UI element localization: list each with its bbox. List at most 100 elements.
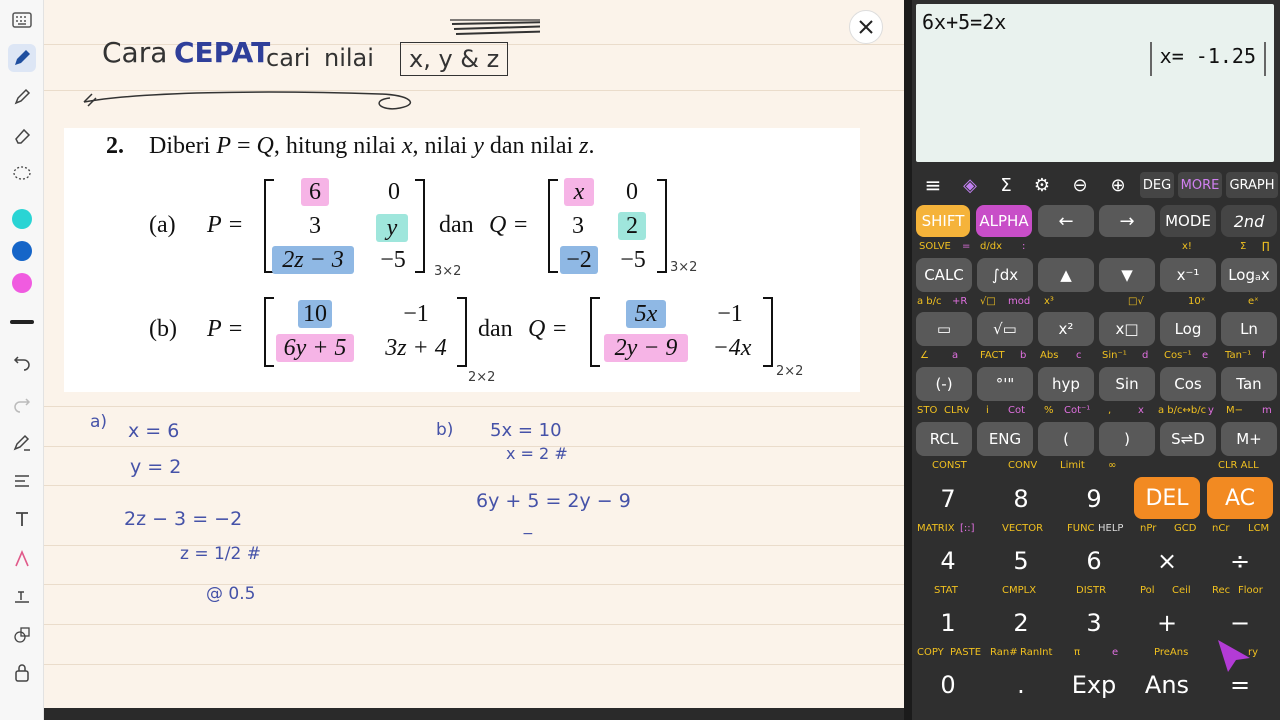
- graph-button[interactable]: GRAPH: [1226, 172, 1278, 198]
- text-tool-icon[interactable]: [8, 505, 36, 533]
- key-label: DISTR: [1076, 585, 1107, 596]
- textbox-icon[interactable]: [8, 583, 36, 611]
- close-button[interactable]: [849, 10, 883, 44]
- rcl-key[interactable]: RCL: [916, 422, 972, 456]
- deg-mode-button[interactable]: DEG: [1140, 172, 1174, 198]
- zoom-in-icon[interactable]: ⊕: [1104, 172, 1132, 198]
- calc-key[interactable]: CALC: [916, 258, 972, 292]
- key-label: a b/c: [917, 296, 942, 307]
- reciprocal-key[interactable]: x⁻¹: [1160, 258, 1216, 292]
- sqrt-key[interactable]: √▭: [977, 312, 1033, 346]
- lock-icon[interactable]: [8, 659, 36, 687]
- key-label: b: [1020, 350, 1027, 361]
- ln-key[interactable]: Ln: [1221, 312, 1277, 346]
- cos-key[interactable]: Cos: [1160, 367, 1216, 401]
- shift-key[interactable]: SHIFT: [916, 205, 970, 237]
- more-button[interactable]: MORE: [1178, 172, 1222, 198]
- key-label: ∏: [1262, 241, 1270, 252]
- key-label: ∞: [1108, 460, 1117, 471]
- note-page[interactable]: Cara CEPAT cari nilai x, y & z 2. Diberi…: [44, 0, 904, 708]
- split-divider[interactable]: [904, 0, 912, 720]
- mode-key[interactable]: MODE: [1160, 205, 1216, 237]
- alpha-key[interactable]: ALPHA: [976, 205, 1032, 237]
- undo-icon[interactable]: [8, 347, 36, 375]
- key-label: Limit: [1060, 460, 1085, 471]
- key-label: ,: [1108, 405, 1112, 416]
- all-clear-key[interactable]: AC: [1207, 477, 1273, 519]
- degree-key[interactable]: °'": [977, 367, 1033, 401]
- key-label: y: [1208, 405, 1214, 416]
- fraction-key[interactable]: ▭: [916, 312, 972, 346]
- ans-key[interactable]: Ans: [1134, 663, 1200, 707]
- lasso-icon[interactable]: [8, 160, 36, 188]
- pb-cell-1: −1: [403, 301, 429, 327]
- color-blue-swatch[interactable]: [8, 237, 36, 265]
- stroke-width-icon[interactable]: [8, 308, 36, 336]
- key-label: CMPLX: [1002, 585, 1037, 596]
- eng-key[interactable]: ENG: [977, 422, 1033, 456]
- second-key[interactable]: 2nd: [1221, 205, 1277, 237]
- qb-cell-0: 5x: [626, 300, 666, 328]
- keyboard-icon[interactable]: [8, 6, 36, 34]
- exp-key[interactable]: Exp: [1062, 663, 1126, 707]
- pen-icon[interactable]: [8, 44, 36, 72]
- key-label: x: [1138, 405, 1144, 416]
- text-align-icon[interactable]: [8, 467, 36, 495]
- square-key[interactable]: x²: [1038, 312, 1094, 346]
- right-arrow-key[interactable]: →: [1099, 205, 1155, 237]
- key-label: Pol: [1140, 585, 1155, 596]
- digit-9-key[interactable]: 9: [1062, 477, 1126, 521]
- left-arrow-key[interactable]: ←: [1038, 205, 1094, 237]
- key-label: c: [1076, 350, 1082, 361]
- decimal-key[interactable]: .: [989, 663, 1053, 707]
- work-a-label: a): [90, 412, 108, 432]
- plus-key[interactable]: +: [1134, 601, 1200, 645]
- shape-recognition-icon[interactable]: [8, 545, 36, 573]
- key-label: HELP: [1098, 523, 1124, 534]
- key-label: CONV: [1008, 460, 1038, 471]
- menu-icon[interactable]: ≡: [918, 172, 948, 198]
- highlighter-icon[interactable]: [8, 83, 36, 111]
- redo-icon[interactable]: [8, 389, 36, 417]
- hyp-key[interactable]: hyp: [1038, 367, 1094, 401]
- expression-line: 6x+5=2x: [922, 10, 1007, 34]
- settings-icon[interactable]: ⚙: [1028, 172, 1056, 198]
- log-base-key[interactable]: Logₐx: [1221, 258, 1277, 292]
- key-label: COPY: [917, 647, 944, 658]
- tan-key[interactable]: Tan: [1221, 367, 1277, 401]
- close-paren-key[interactable]: ): [1099, 422, 1155, 456]
- divide-key[interactable]: ÷: [1207, 539, 1273, 583]
- shapes-icon[interactable]: [8, 621, 36, 649]
- digit-5-key[interactable]: 5: [989, 539, 1053, 583]
- down-key[interactable]: ▼: [1099, 258, 1155, 292]
- gem-icon[interactable]: ◈: [956, 172, 984, 198]
- multiply-key[interactable]: ×: [1134, 539, 1200, 583]
- digit-2-key[interactable]: 2: [989, 601, 1053, 645]
- digit-1-key[interactable]: 1: [916, 601, 980, 645]
- digit-7-key[interactable]: 7: [916, 477, 980, 521]
- color-cyan-swatch[interactable]: [8, 205, 36, 233]
- up-key[interactable]: ▲: [1038, 258, 1094, 292]
- integral-key[interactable]: ∫dx: [977, 258, 1033, 292]
- digit-4-key[interactable]: 4: [916, 539, 980, 583]
- power-key[interactable]: x□: [1099, 312, 1155, 346]
- calculator-app: 6x+5=2x x= -1.25 ≡ ◈ Σ ⚙ ⊖ ⊕ DEG MORE GR…: [912, 0, 1280, 720]
- zoom-out-icon[interactable]: ⊖: [1066, 172, 1094, 198]
- delete-key[interactable]: DEL: [1134, 477, 1200, 519]
- color-pink-swatch[interactable]: [8, 269, 36, 297]
- digit-0-key[interactable]: 0: [916, 663, 980, 707]
- m-plus-key[interactable]: M+: [1221, 422, 1277, 456]
- work-b-line: x = 2 #: [506, 444, 568, 463]
- sin-key[interactable]: Sin: [1099, 367, 1155, 401]
- digit-3-key[interactable]: 3: [1062, 601, 1126, 645]
- digit-6-key[interactable]: 6: [1062, 539, 1126, 583]
- pen-settings-icon[interactable]: [8, 429, 36, 457]
- eraser-icon[interactable]: [8, 121, 36, 149]
- log-key[interactable]: Log: [1160, 312, 1216, 346]
- open-paren-key[interactable]: (: [1038, 422, 1094, 456]
- negative-key[interactable]: (-): [916, 367, 972, 401]
- digit-8-key[interactable]: 8: [989, 477, 1053, 521]
- s-to-d-key[interactable]: S⇌D: [1160, 422, 1216, 456]
- pa-cell-2: 3: [309, 213, 321, 239]
- sigma-icon[interactable]: Σ: [992, 172, 1020, 198]
